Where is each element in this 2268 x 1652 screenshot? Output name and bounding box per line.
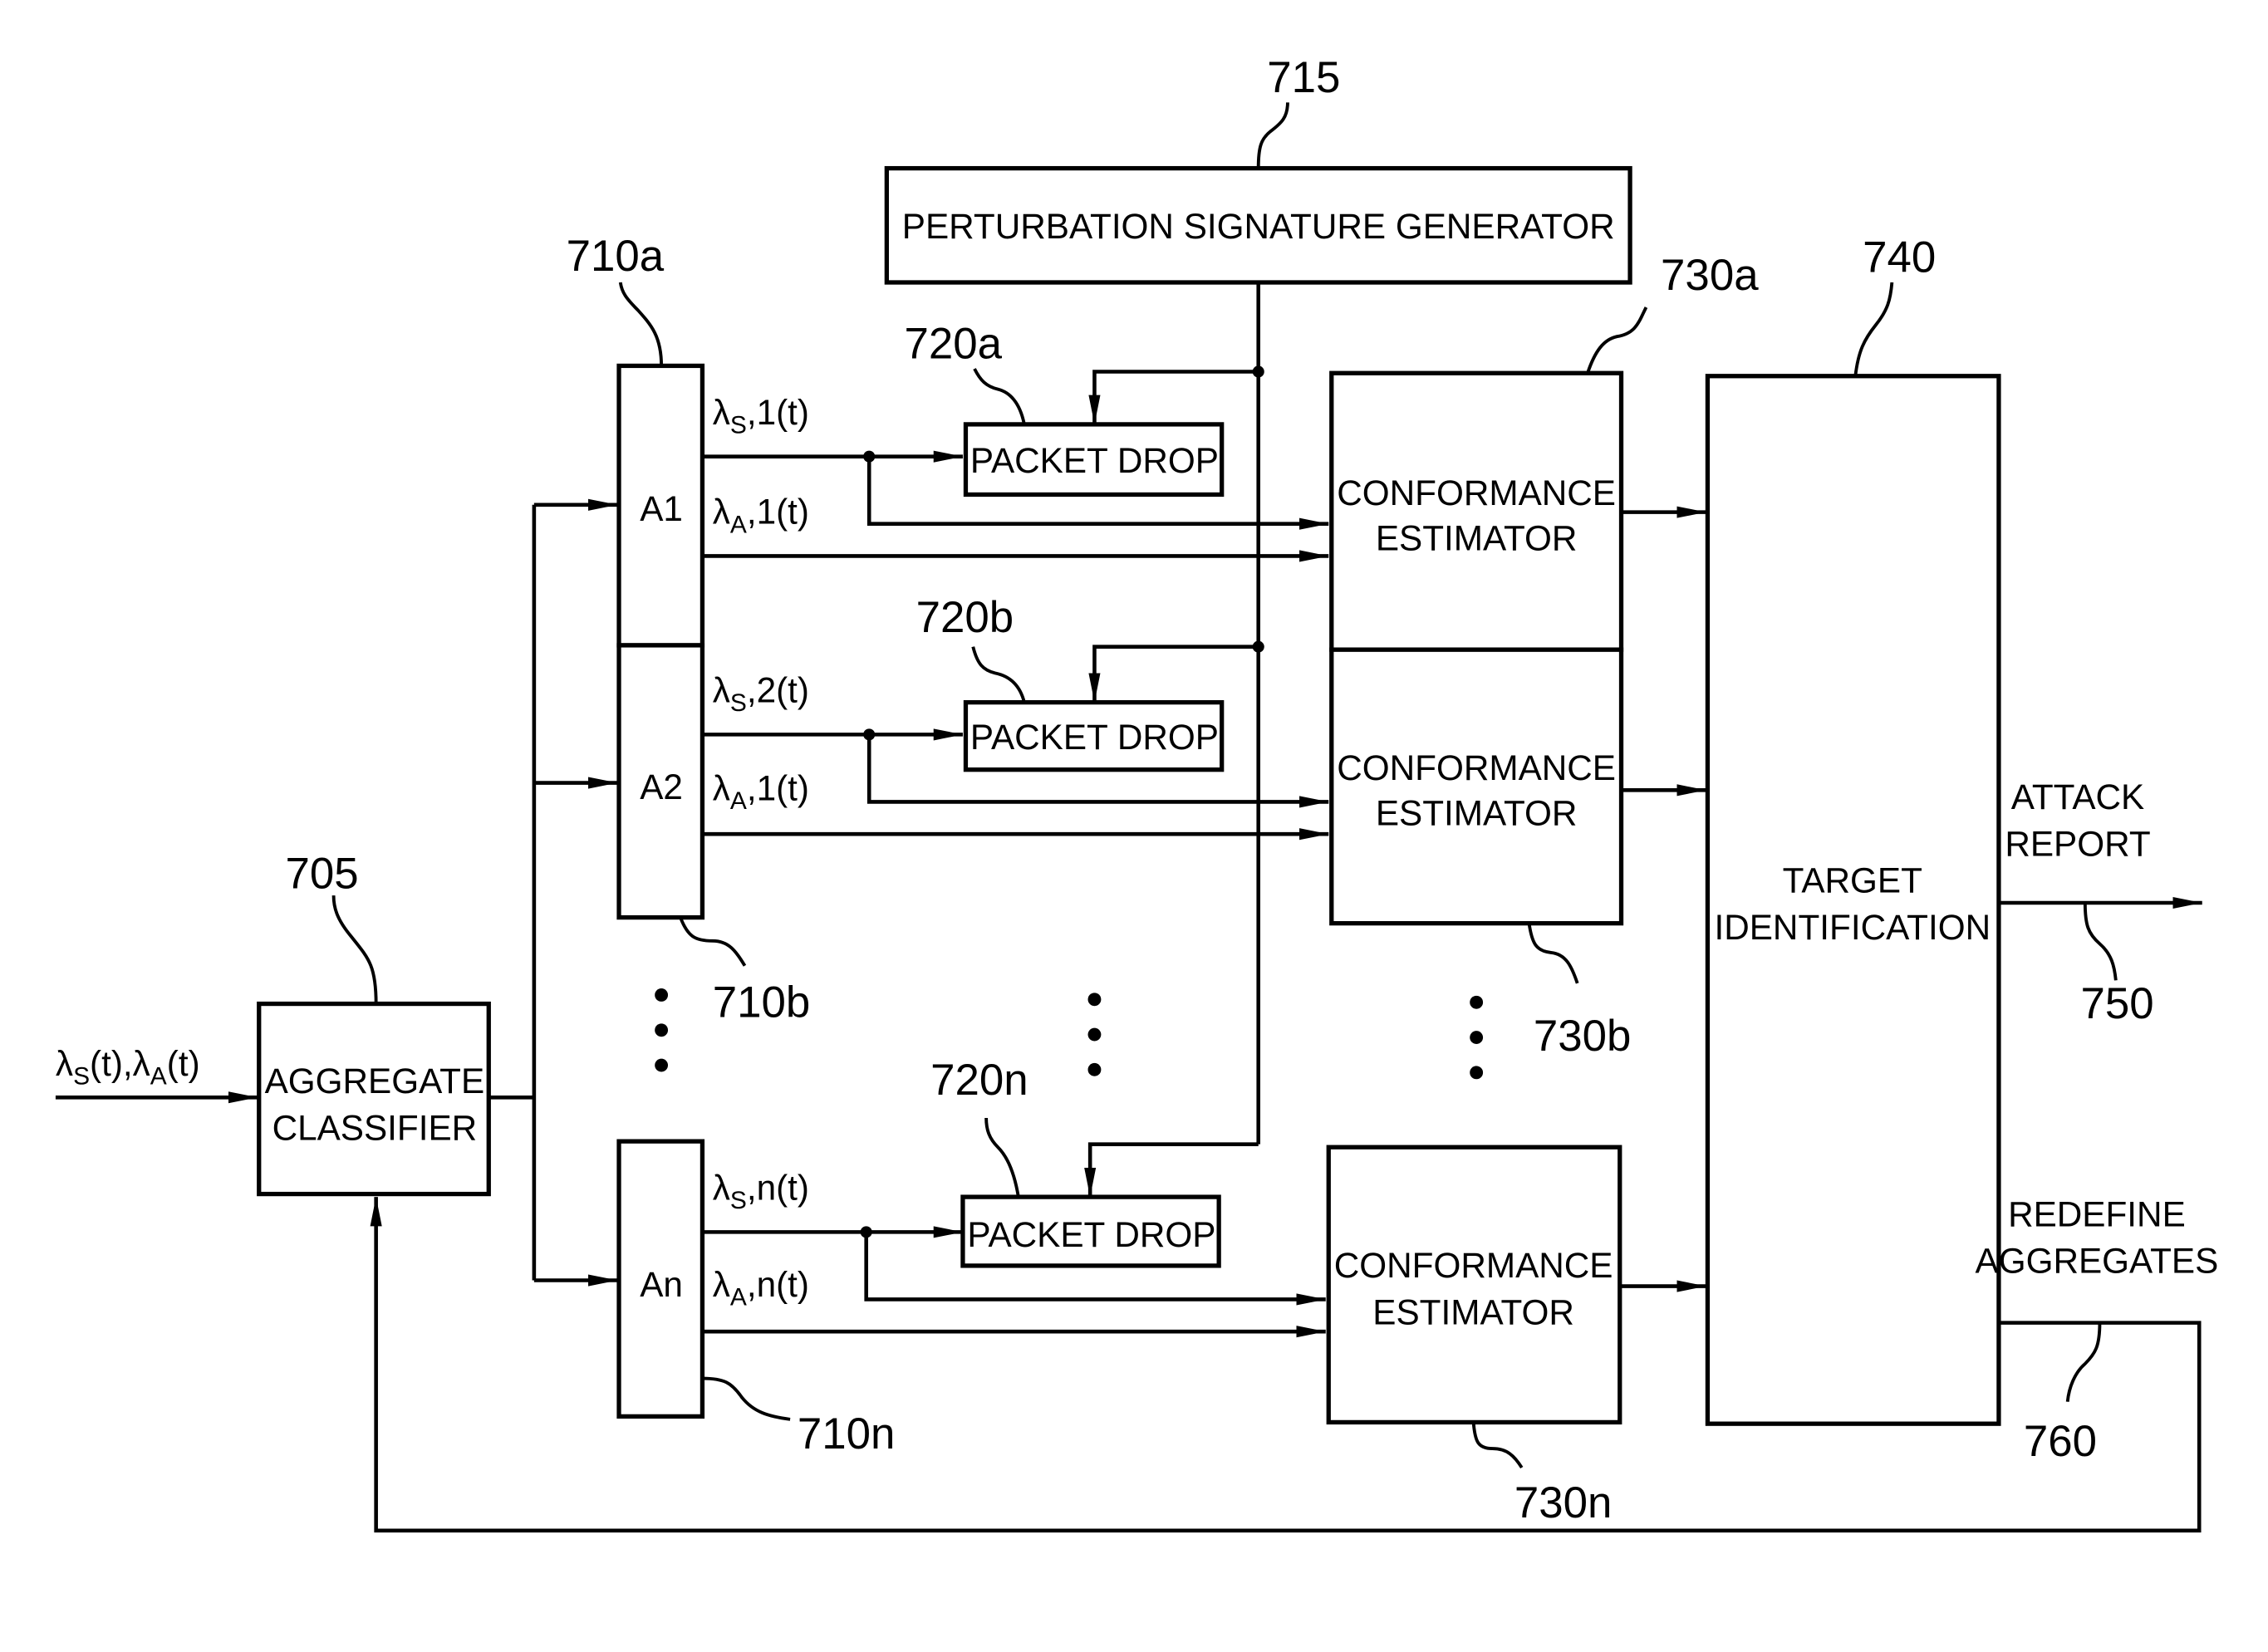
leader-720n: [984, 1117, 1020, 1198]
ellipsis-packet-drops: [1087, 993, 1102, 1076]
attack-report-line1: ATTACK: [2011, 777, 2144, 816]
leader-705: [331, 895, 378, 1004]
conformance-estimator-b-line1: CONFORMANCE: [1337, 748, 1616, 787]
leader-730b: [1527, 923, 1579, 984]
signal-label-s1: λS,1(t): [713, 393, 809, 439]
target-identification-line2: IDENTIFICATION: [1714, 908, 1991, 947]
signal-label-a1: λA,1(t): [713, 493, 809, 539]
signal-label-an: λA,n(t): [713, 1265, 809, 1311]
target-identification-line1: TARGET: [1783, 861, 1922, 900]
block-diagram: λS(t),λA(t) AGGREGATE CLASSIFIER 705 A1 …: [56, 53, 2219, 1533]
ref-710a: 710a: [567, 232, 665, 281]
ref-720n: 720n: [930, 1056, 1028, 1105]
leader-710n: [702, 1376, 791, 1421]
conformance-estimator-n-line2: ESTIMATOR: [1372, 1292, 1574, 1331]
signal-label-a2: λA,1(t): [713, 769, 809, 816]
aggregate-label-a1: A1: [640, 489, 683, 528]
redefine-aggregates-line1: REDEFINE: [2008, 1194, 2186, 1233]
ref-720a: 720a: [904, 320, 1002, 369]
leader-750: [2083, 902, 2118, 981]
signal-label-sn: λS,n(t): [713, 1169, 809, 1215]
attack-report-line2: REPORT: [2005, 825, 2150, 864]
ref-715: 715: [1267, 53, 1340, 102]
ref-710b: 710b: [713, 978, 811, 1027]
packet-drop-label-b: PACKET DROP: [970, 718, 1219, 757]
ref-730n: 730n: [1514, 1478, 1613, 1527]
psg-to-drop-1: [1088, 370, 1259, 424]
ref-710n: 710n: [798, 1409, 896, 1458]
ref-730b: 730b: [1534, 1012, 1632, 1061]
perturbation-signature-generator-label: PERTURBATION SIGNATURE GENERATOR: [902, 207, 1615, 246]
packet-drop-label-n: PACKET DROP: [967, 1215, 1215, 1254]
ref-750: 750: [2081, 979, 2154, 1028]
conformance-estimator-a-line2: ESTIMATOR: [1376, 518, 1578, 557]
aggregate-classifier-label-1: AGGREGATE: [265, 1061, 485, 1101]
leader-715: [1256, 102, 1289, 169]
aggregate-label-an: An: [640, 1265, 683, 1304]
leader-730a: [1586, 306, 1648, 374]
aggregate-classifier-label-2: CLASSIFIER: [272, 1108, 478, 1147]
conformance-estimator-a-line1: CONFORMANCE: [1337, 473, 1616, 512]
ref-720b: 720b: [916, 593, 1014, 642]
leader-710a: [618, 282, 664, 366]
signal-label-s2: λS,2(t): [713, 671, 809, 718]
ref-740: 740: [1863, 233, 1936, 282]
leader-760: [2065, 1322, 2102, 1402]
ellipsis-aggregates: [655, 988, 669, 1072]
ref-705: 705: [285, 849, 358, 898]
leader-740: [1853, 282, 1894, 376]
conformance-estimator-n-line1: CONFORMANCE: [1334, 1246, 1613, 1285]
redefine-aggregates-line2: AGGREGATES: [1976, 1242, 2219, 1281]
leader-720a: [973, 368, 1026, 425]
aggregate-label-a2: A2: [640, 767, 683, 806]
input-signal-label: λS(t),λA(t): [56, 1044, 200, 1091]
packet-drop-label-a: PACKET DROP: [970, 441, 1219, 480]
ref-730a: 730a: [1661, 251, 1759, 300]
ref-760: 760: [2024, 1417, 2097, 1466]
ellipsis-estimators: [1470, 995, 1484, 1080]
psg-to-drop-n: [1084, 1142, 1259, 1198]
leader-720b: [971, 646, 1026, 703]
psg-to-drop-2: [1088, 645, 1259, 703]
leader-710b: [679, 916, 747, 967]
conformance-estimator-b-line2: ESTIMATOR: [1376, 794, 1578, 833]
leader-730n: [1471, 1422, 1524, 1469]
